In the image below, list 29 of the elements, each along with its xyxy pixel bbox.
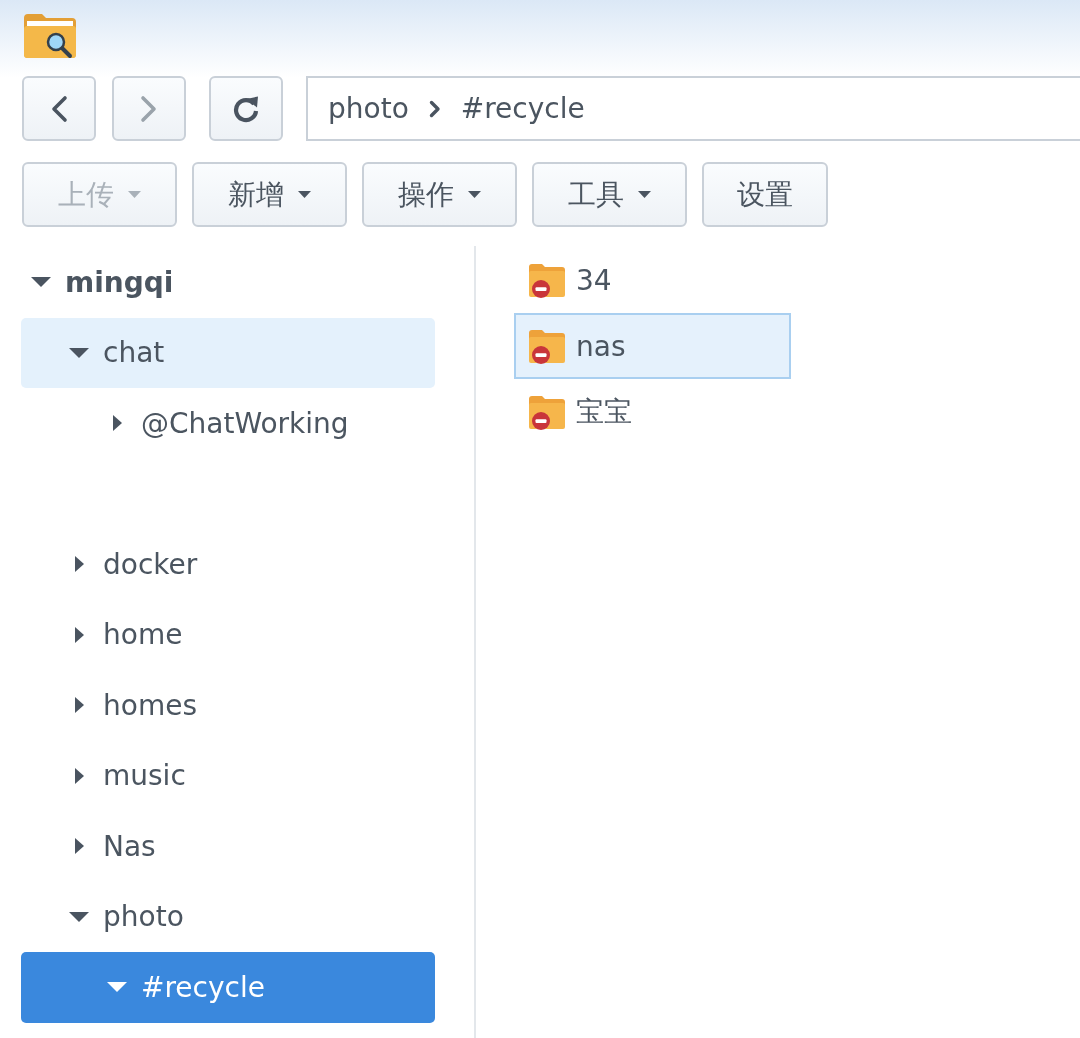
chevron-right-icon (140, 94, 158, 123)
tree-item[interactable]: home (21, 599, 435, 670)
tree-item[interactable]: mingqi (21, 247, 435, 318)
tree-item[interactable]: Nas (21, 811, 435, 882)
path-bar[interactable]: photo #recycle (306, 76, 1080, 141)
back-button[interactable] (22, 76, 96, 141)
tree-item[interactable]: chat (21, 317, 435, 388)
tree-item[interactable]: homes (21, 670, 435, 741)
tree-item[interactable]: @ChatWorking (21, 388, 435, 459)
refresh-button[interactable] (209, 76, 283, 141)
folder-no-entry-icon (528, 327, 566, 365)
folder-no-entry-icon (528, 261, 566, 299)
toolbar-button[interactable]: 新增 (192, 162, 347, 227)
tree-item[interactable]: #recycle (21, 952, 435, 1023)
breadcrumb-item[interactable]: photo (328, 92, 409, 125)
folder-search-icon (22, 12, 78, 60)
toolbar-button[interactable]: 设置 (702, 162, 828, 227)
toolbar-button[interactable]: 操作 (362, 162, 517, 227)
file-item[interactable]: nas (514, 313, 791, 379)
chevron-left-icon (50, 94, 68, 123)
tree-item[interactable]: docker (21, 529, 435, 600)
breadcrumb-item[interactable]: #recycle (460, 92, 585, 125)
file-item[interactable]: 34 (514, 247, 791, 313)
tree-item[interactable]: music (21, 740, 435, 811)
tree-item[interactable]: photo (21, 881, 435, 952)
folder-no-entry-icon (528, 393, 566, 431)
chevron-right-icon (428, 99, 441, 118)
file-item[interactable]: 宝宝 (514, 379, 791, 445)
toolbar-button[interactable]: 工具 (532, 162, 687, 227)
